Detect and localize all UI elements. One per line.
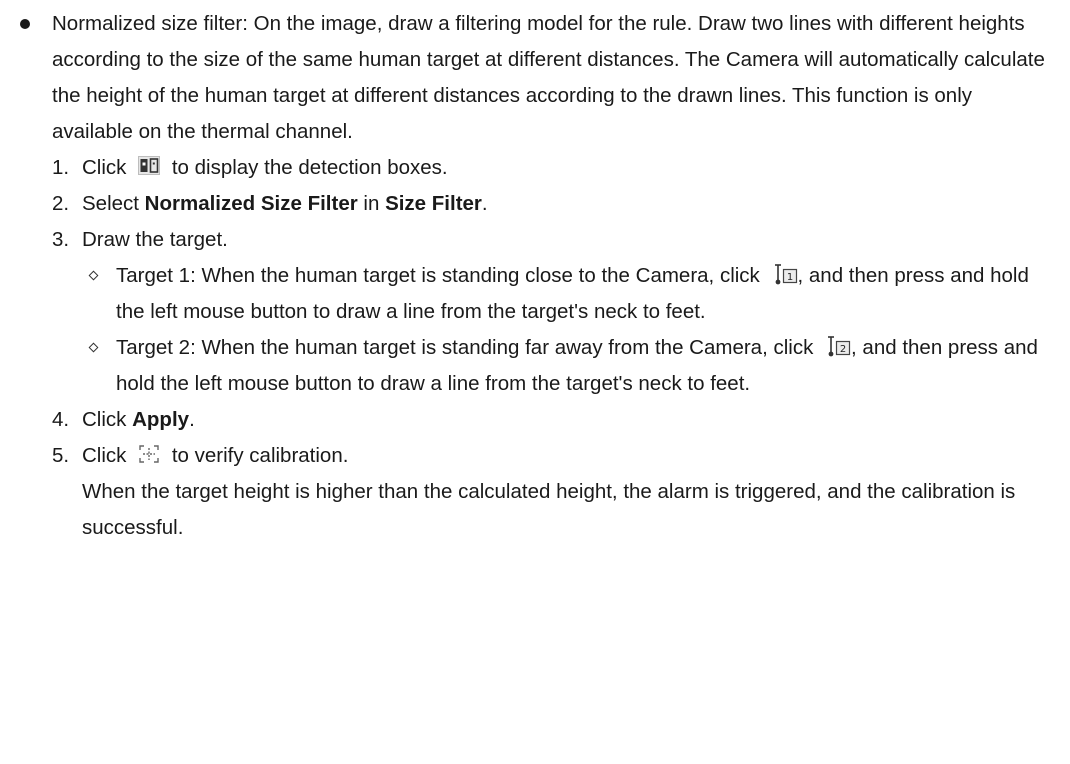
- detection-box-icon[interactable]: [138, 156, 161, 176]
- calibration-verify-icon[interactable]: [138, 444, 160, 464]
- bullet-dot: [20, 19, 30, 29]
- target-2-line-icon[interactable]: 2: [825, 335, 851, 357]
- step-text-pre: Click: [82, 156, 127, 179]
- step-3: 3. Draw the target. Target 1: When the h…: [52, 222, 1056, 402]
- document-body: Normalized size filter: On the image, dr…: [0, 6, 1070, 546]
- target-list: Target 1: When the human target is stand…: [82, 258, 1056, 402]
- target-2-text-pre: Target 2: When the human target is stand…: [116, 336, 814, 359]
- step-5-note: When the target height is higher than th…: [82, 480, 1016, 539]
- step-text: .: [481, 192, 488, 215]
- step-number: 5.: [52, 444, 70, 467]
- step-text-post: to verify calibration.: [171, 444, 349, 467]
- setting-size-filter: Size Filter: [385, 192, 482, 215]
- diamond-bullet: [88, 270, 99, 281]
- step-text: .: [189, 408, 195, 431]
- step-number: 2.: [52, 192, 70, 215]
- step-text-post: to display the detection boxes.: [171, 156, 448, 179]
- step-1: 1. Click to display the detection boxes.: [52, 150, 1056, 186]
- step-text-pre: Click: [82, 444, 127, 467]
- target-1-text-pre: Target 1: When the human target is stand…: [116, 264, 760, 287]
- step-number: 4.: [52, 408, 70, 431]
- step-2: 2. Select Normalized Size Filter in Size…: [52, 186, 1056, 222]
- intro-text: Normalized size filter: On the image, dr…: [52, 12, 1045, 143]
- step-text: Click: [82, 408, 133, 431]
- target-2-item: Target 2: When the human target is stand…: [82, 330, 1056, 402]
- step-number: 3.: [52, 228, 70, 251]
- target-1-item: Target 1: When the human target is stand…: [82, 258, 1056, 330]
- apply-button-label: Apply: [132, 408, 190, 431]
- step-5: 5. Click to verify calibration. When the…: [52, 438, 1056, 546]
- step-4: 4. Click Apply.: [52, 402, 1056, 438]
- bullet-item-normalized-size-filter: Normalized size filter: On the image, dr…: [0, 6, 1070, 546]
- target-1-line-icon[interactable]: 1: [772, 263, 798, 285]
- svg-text:2: 2: [840, 344, 846, 355]
- step-list: 1. Click to display the detection boxes.…: [52, 150, 1056, 546]
- step-number: 1.: [52, 156, 70, 179]
- step-text: in: [357, 192, 386, 215]
- step-text: Select: [82, 192, 145, 215]
- step-text: Draw the target.: [82, 228, 228, 251]
- svg-text:1: 1: [786, 272, 792, 283]
- diamond-bullet: [88, 342, 99, 353]
- menu-option-normalized-size-filter: Normalized Size Filter: [144, 192, 358, 215]
